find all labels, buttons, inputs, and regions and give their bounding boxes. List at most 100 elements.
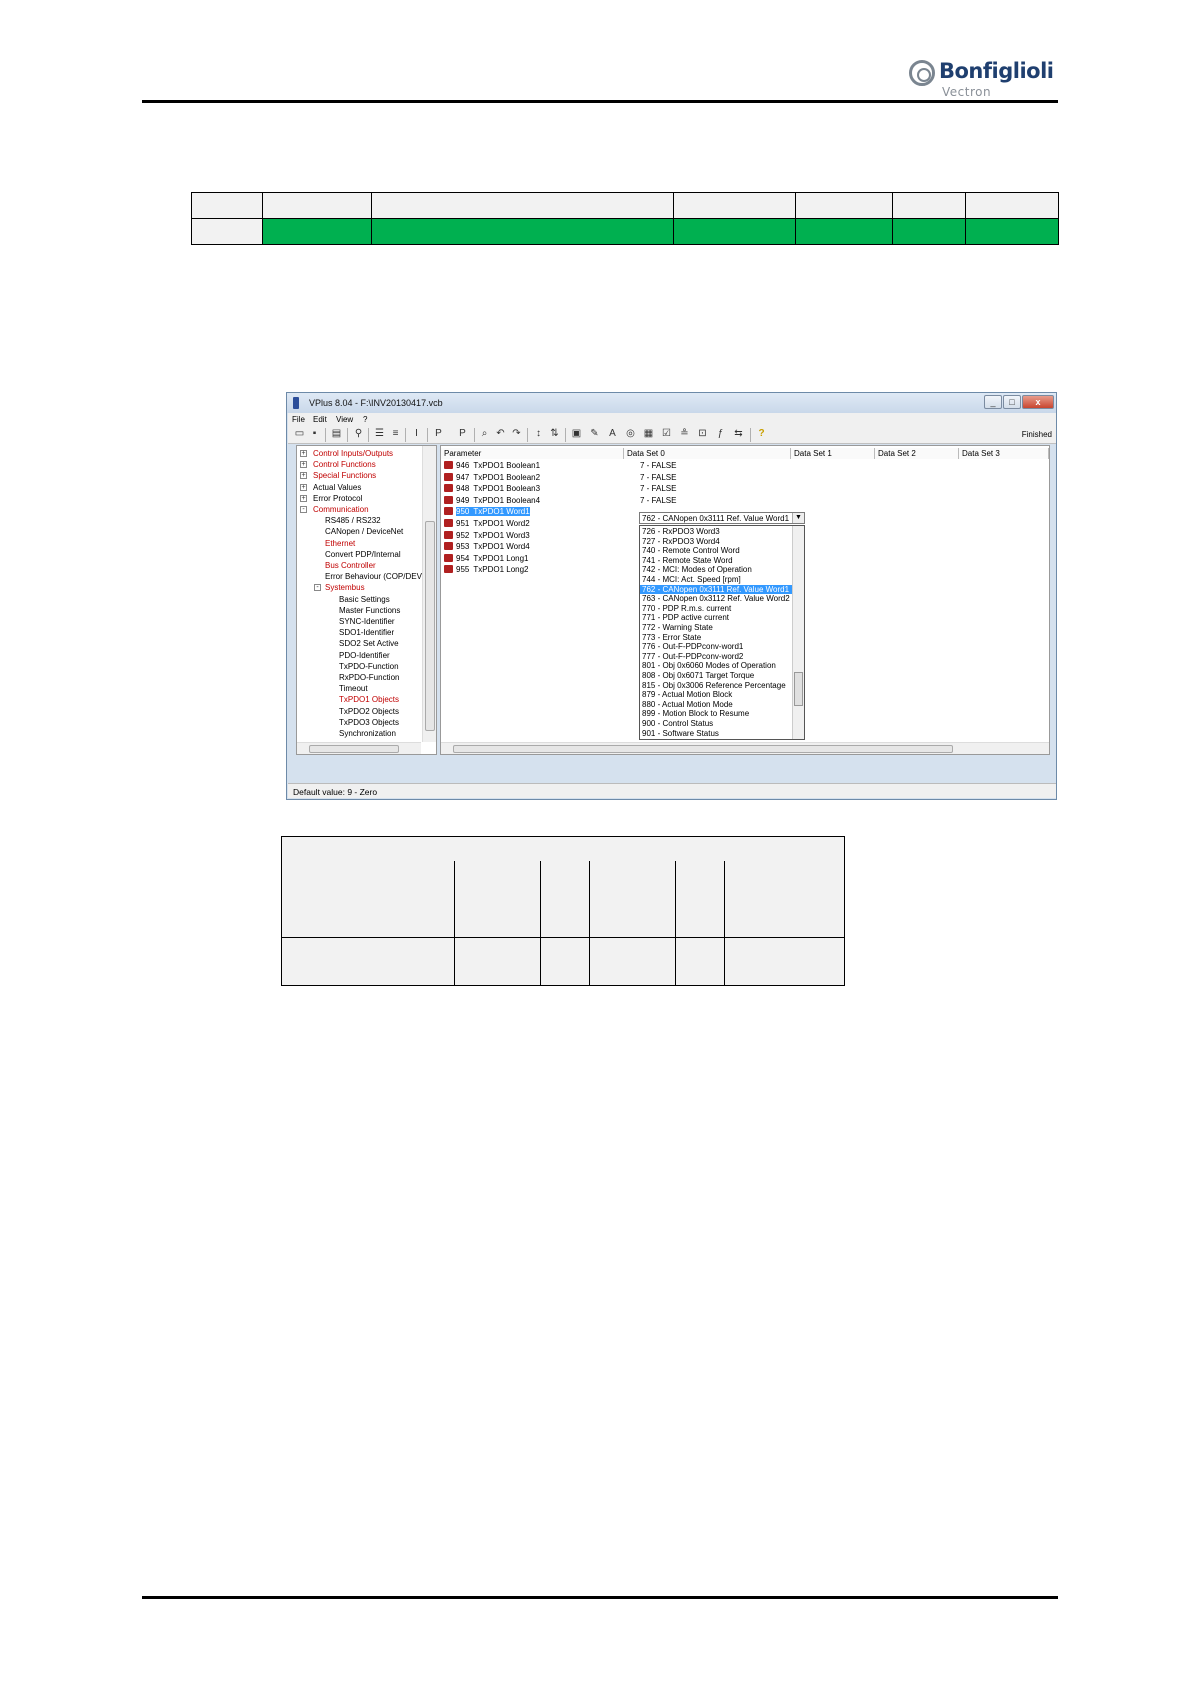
collapse-icon[interactable]: -	[300, 506, 307, 513]
dropdown-option[interactable]: 801 - Obj 0x6060 Modes of Operation	[640, 661, 792, 671]
tree-item[interactable]: Convert PDP/Internal	[325, 550, 401, 560]
minimize-button[interactable]: _	[984, 395, 1002, 409]
help-icon[interactable]: ?	[755, 428, 768, 441]
tree-item[interactable]: Control Inputs/Outputs	[313, 449, 393, 459]
parameter-value[interactable]: 7 - FALSE	[640, 484, 676, 494]
param-down-icon[interactable]: P	[456, 428, 469, 441]
expand-icon[interactable]: +	[300, 494, 307, 502]
tree-hscroll-thumb[interactable]	[309, 745, 399, 753]
param-up-icon[interactable]: P	[432, 428, 445, 441]
parameter-row[interactable]: 953 TxPDO1 Word4	[444, 542, 530, 552]
chevron-down-icon[interactable]: ▼	[792, 513, 804, 523]
tree-item[interactable]: Error Protocol	[313, 494, 362, 504]
tree-view-icon[interactable]: ☰	[373, 428, 386, 441]
dropdown-option[interactable]: 740 - Remote Control Word	[640, 546, 792, 556]
tree-item[interactable]: TxPDO3 Objects	[339, 718, 399, 728]
dropdown-option[interactable]: 808 - Obj 0x6071 Target Torque	[640, 671, 792, 681]
expand-icon[interactable]: +	[300, 450, 307, 457]
dropdown-option[interactable]: 815 - Obj 0x3006 Reference Percentage	[640, 681, 792, 691]
tree-item[interactable]: Special Functions	[313, 471, 376, 481]
undo-icon[interactable]: ↶	[494, 428, 507, 441]
dropdown-option[interactable]: 771 - PDP active current	[640, 613, 792, 623]
menu-view[interactable]: View	[336, 415, 353, 424]
col-header-dataset1[interactable]: Data Set 1	[791, 448, 875, 459]
dropdown-option[interactable]: 879 - Actual Motion Block	[640, 690, 792, 700]
tree-horizontal-scrollbar[interactable]	[297, 742, 421, 754]
parameter-row[interactable]: 955 TxPDO1 Long2	[444, 565, 529, 575]
tree-item[interactable]: Communication	[313, 505, 369, 515]
dropdown-option[interactable]: 742 - MCI: Modes of Operation	[640, 565, 792, 575]
check-icon[interactable]: ☑	[660, 428, 673, 441]
tree-item[interactable]: Timeout	[339, 684, 368, 694]
menu-file[interactable]: File	[292, 415, 305, 424]
monitor-icon[interactable]: ▦	[642, 428, 655, 441]
window-icon[interactable]: ▣	[570, 428, 583, 441]
connect-icon[interactable]: ⚲	[352, 428, 365, 441]
dropdown-option[interactable]: 772 - Warning State	[640, 623, 792, 633]
measure-icon[interactable]: A	[606, 428, 619, 441]
data-icon[interactable]: ≗	[678, 428, 691, 441]
parameter-row[interactable]: 948 TxPDO1 Boolean3	[444, 484, 540, 494]
maximize-button[interactable]: □	[1003, 395, 1021, 409]
tree-item[interactable]: RS485 / RS232	[325, 516, 381, 526]
parameter-row[interactable]: 947 TxPDO1 Boolean2	[444, 472, 540, 483]
tree-item[interactable]: Ethernet	[325, 539, 355, 549]
print-icon[interactable]: ▤	[330, 428, 343, 441]
collapse-icon[interactable]: -	[314, 584, 321, 592]
dropdown-option[interactable]: 770 - PDP R.m.s. current	[640, 604, 792, 614]
tree-item[interactable]: SYNC-Identifier	[339, 617, 395, 627]
dropdown-option[interactable]: 744 - MCI: Act. Speed [rpm]	[640, 575, 792, 585]
dropdown-option[interactable]: 726 - RxPDO3 Word3	[640, 527, 792, 537]
dropdown-option[interactable]: 763 - CANopen 0x3112 Ref. Value Word2	[640, 594, 792, 604]
dropdown-option[interactable]: 741 - Remote State Word	[640, 556, 792, 566]
col-header-parameter[interactable]: Parameter	[441, 448, 624, 459]
col-header-dataset3[interactable]: Data Set 3	[959, 448, 1049, 459]
tree-item[interactable]: Synchronization	[339, 729, 396, 739]
dropdown-option[interactable]: 776 - Out-F-PDPconv-word1	[640, 642, 792, 652]
dropdown-option[interactable]: 773 - Error State	[640, 633, 792, 643]
scope-icon[interactable]: ◎	[624, 428, 637, 441]
transfer-icon[interactable]: ⇆	[732, 428, 745, 441]
compare-icon[interactable]: ⊡	[696, 428, 709, 441]
tree-scroll-thumb[interactable]	[425, 521, 435, 731]
parameter-row[interactable]: 952 TxPDO1 Word3	[444, 530, 530, 541]
tree-item[interactable]: RxPDO-Function	[339, 673, 399, 683]
col-header-dataset0[interactable]: Data Set 0	[624, 448, 791, 459]
dropdown-option[interactable]: 901 - Software Status	[640, 729, 792, 739]
tree-item[interactable]: CANopen / DeviceNet	[325, 527, 403, 537]
tree-item[interactable]: Error Behaviour (COP/DEV)	[325, 572, 425, 582]
search-icon[interactable]: ⌕	[478, 428, 491, 441]
dropdown-option[interactable]: 900 - Control Status	[640, 719, 792, 729]
redo-icon[interactable]: ↷	[510, 428, 523, 441]
parameter-row[interactable]: 949 TxPDO1 Boolean4	[444, 495, 540, 506]
expand-icon[interactable]: +	[300, 461, 307, 469]
dropdown-option[interactable]: 777 - Out-F-PDPconv-word2	[640, 652, 792, 662]
grid-hscroll-thumb[interactable]	[453, 745, 953, 753]
tree-item[interactable]: TxPDO1 Objects	[339, 695, 399, 705]
tree-item[interactable]: Bus Controller	[325, 561, 376, 571]
parameter-value[interactable]: 7 - FALSE	[640, 473, 676, 483]
list-view-icon[interactable]: ≡	[389, 428, 402, 441]
function-icon[interactable]: ƒ	[714, 428, 727, 441]
tree-item[interactable]: TxPDO2 Objects	[339, 707, 399, 717]
tree-item[interactable]: TxPDO-Function	[339, 662, 399, 672]
parameter-row[interactable]: 954 TxPDO1 Long1	[444, 553, 529, 564]
close-button[interactable]: x	[1022, 395, 1054, 409]
parameter-row[interactable]: 950 TxPDO1 Word1	[444, 507, 530, 517]
open-icon[interactable]: ▭	[293, 428, 306, 441]
expand-icon[interactable]: +	[300, 483, 307, 491]
tree-item[interactable]: Master Functions	[339, 606, 400, 616]
tree-item[interactable]: SDO2 Set Active	[339, 639, 399, 649]
dropdown-scrollbar[interactable]	[792, 526, 804, 739]
tree-item[interactable]: SDO1-Identifier	[339, 628, 394, 638]
menu-edit[interactable]: Edit	[313, 415, 327, 424]
menu-help[interactable]: ?	[363, 415, 367, 424]
parameter-row[interactable]: 946 TxPDO1 Boolean1	[444, 461, 540, 471]
save-icon[interactable]: ▪	[308, 428, 321, 441]
dropdown-option[interactable]: 762 - CANopen 0x3111 Ref. Value Word1	[640, 584, 792, 595]
parameter-value[interactable]: 7 - FALSE	[640, 461, 676, 471]
dropdown-option[interactable]: 899 - Motion Block to Resume	[640, 709, 792, 719]
grid-horizontal-scrollbar[interactable]	[441, 742, 1049, 754]
tree-item[interactable]: PDO-Identifier	[339, 651, 390, 661]
sort-icon[interactable]: ↕	[532, 428, 545, 441]
